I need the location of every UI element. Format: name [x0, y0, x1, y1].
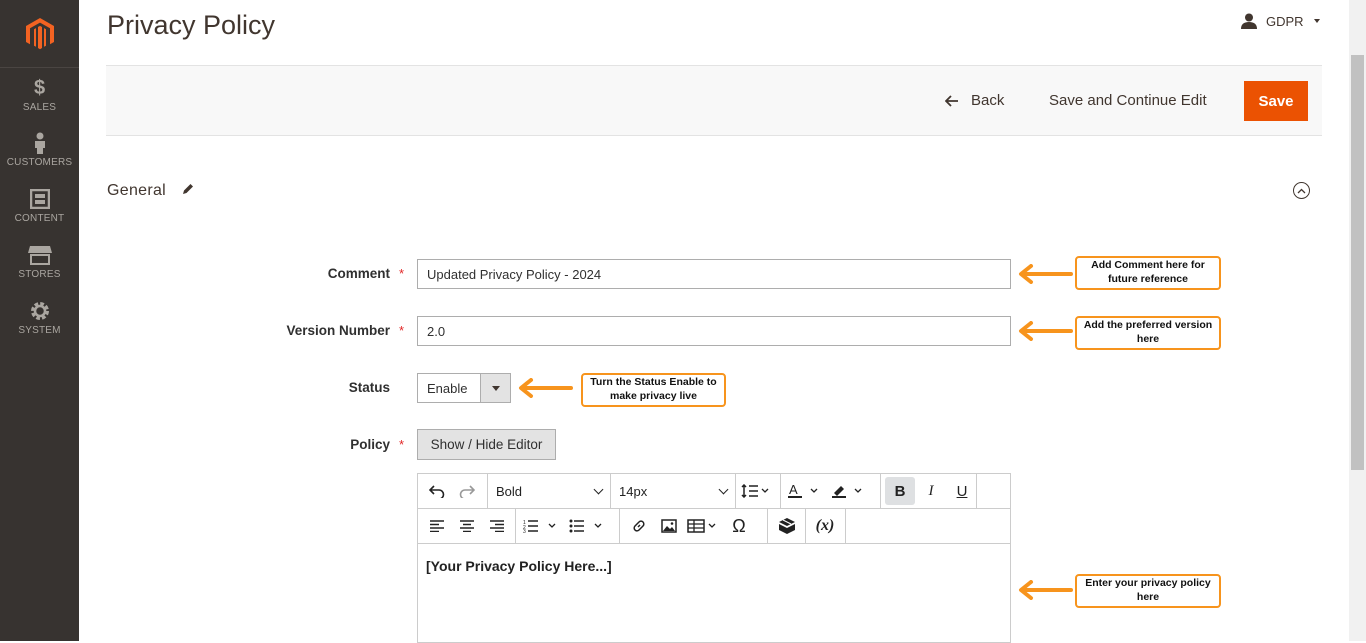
caret-down-icon — [1313, 19, 1320, 23]
bullet-list-icon[interactable] — [566, 512, 612, 540]
sidebar-item-label: CUSTOMERS — [6, 157, 73, 168]
sidebar-item-label: STORES — [18, 269, 61, 280]
chevron-up-icon — [1297, 188, 1306, 193]
variable-group: (x) — [806, 508, 846, 544]
block-format-value: Bold — [496, 483, 523, 499]
version-number-input[interactable] — [417, 316, 1011, 346]
svg-text:3: 3 — [523, 529, 526, 533]
table-icon[interactable] — [684, 512, 724, 540]
sidebar-item-stores[interactable]: STORES — [0, 243, 79, 299]
editor-content[interactable]: [Your Privacy Policy Here...] — [426, 558, 612, 574]
chevron-down-icon — [718, 484, 729, 494]
admin-sidebar: $ SALES CUSTOMERS CONTENT STORES SYSTEM — [0, 0, 79, 641]
widget-icon[interactable] — [772, 512, 802, 540]
underline-icon[interactable]: U — [947, 477, 977, 505]
policy-label: Policy — [350, 437, 390, 452]
comment-input[interactable] — [417, 259, 1011, 289]
link-icon[interactable] — [624, 512, 654, 540]
user-icon — [1241, 13, 1257, 29]
save-button[interactable]: Save — [1244, 81, 1308, 121]
person-icon — [0, 131, 79, 155]
text-color-icon[interactable]: A — [785, 477, 827, 505]
save-and-continue-button[interactable]: Save and Continue Edit — [1049, 92, 1207, 109]
bold-icon[interactable]: B — [885, 477, 915, 505]
magento-logo-icon — [25, 17, 54, 49]
scrollbar-thumb[interactable] — [1351, 55, 1364, 470]
block-format-select[interactable]: Bold — [488, 473, 611, 509]
arrow-left-annotation-icon — [1019, 264, 1073, 284]
highlight-color-icon[interactable] — [829, 477, 871, 505]
show-hide-editor-button[interactable]: Show / Hide Editor — [417, 429, 556, 460]
font-size-select[interactable]: 14px — [611, 473, 736, 509]
format-group: B I U — [881, 473, 977, 509]
sidebar-item-sales[interactable]: $ SALES — [0, 76, 79, 132]
user-menu[interactable]: GDPR — [1240, 13, 1320, 29]
align-right-icon[interactable] — [482, 512, 512, 540]
status-callout: Turn the Status Enable to make privacy l… — [581, 373, 726, 407]
required-marker: * — [399, 437, 405, 452]
redo-icon[interactable] — [452, 477, 482, 505]
sidebar-item-content[interactable]: CONTENT — [0, 187, 79, 243]
wysiwyg-editor: Bold 14px A B I U 1 2 3 Ω (x) [Your Priv… — [417, 473, 1011, 643]
editor-toolbar-row-1: Bold 14px A B I U — [418, 473, 1010, 509]
sidebar-item-label: SALES — [22, 102, 57, 113]
collapse-section-button[interactable] — [1293, 182, 1310, 199]
editor-toolbar-row-2: 123 Ω (x) — [418, 508, 1010, 544]
color-group: A — [781, 473, 881, 509]
version-callout: Add the preferred version here — [1075, 316, 1221, 350]
gear-icon — [0, 299, 79, 323]
page-title: Privacy Policy — [107, 10, 276, 40]
svg-text:A: A — [789, 483, 798, 497]
undo-icon[interactable] — [422, 477, 452, 505]
insert-variable-icon[interactable]: (x) — [810, 512, 840, 540]
italic-icon[interactable]: I — [916, 477, 946, 505]
font-size-value: 14px — [619, 483, 648, 499]
back-button-label: Back — [971, 92, 1005, 109]
image-icon[interactable] — [654, 512, 684, 540]
back-button[interactable]: Back — [945, 92, 1004, 109]
section-title: General — [107, 182, 167, 199]
widget-group — [768, 508, 806, 544]
sidebar-item-customers[interactable]: CUSTOMERS — [0, 131, 79, 187]
magento-logo[interactable] — [0, 0, 79, 68]
special-character-icon[interactable]: Ω — [724, 512, 754, 540]
insert-group: Ω — [620, 508, 768, 544]
status-select-value: Enable — [427, 380, 468, 396]
pencil-icon — [181, 182, 195, 201]
status-label: Status — [348, 380, 390, 395]
store-icon — [0, 243, 79, 267]
history-group — [418, 473, 488, 509]
list-group: 123 — [516, 508, 620, 544]
content-icon — [0, 187, 79, 211]
numbered-list-icon[interactable]: 123 — [520, 512, 566, 540]
arrow-left-annotation-icon — [1019, 321, 1073, 341]
chevron-down-icon — [593, 484, 604, 494]
line-height-group — [736, 473, 781, 509]
align-left-icon[interactable] — [422, 512, 452, 540]
user-menu-label: GDPR — [1266, 13, 1304, 29]
dropdown-arrow-icon — [480, 374, 510, 402]
alignment-group — [418, 508, 516, 544]
policy-callout: Enter your privacy policy here — [1075, 574, 1221, 608]
required-marker: * — [399, 266, 405, 281]
required-marker: * — [399, 323, 405, 338]
sidebar-item-label: CONTENT — [14, 213, 65, 224]
arrow-left-annotation-icon — [1019, 580, 1073, 600]
arrow-left-icon — [945, 94, 958, 107]
sidebar-item-label: SYSTEM — [18, 325, 61, 336]
page-scrollbar[interactable] — [1349, 0, 1366, 641]
align-center-icon[interactable] — [452, 512, 482, 540]
arrow-left-annotation-icon — [519, 378, 573, 398]
comment-label: Comment — [327, 266, 390, 281]
version-number-label: Version Number — [286, 323, 390, 338]
status-select[interactable]: Enable — [417, 373, 511, 403]
line-height-icon[interactable] — [740, 477, 770, 505]
sidebar-item-system[interactable]: SYSTEM — [0, 299, 79, 355]
comment-callout: Add Comment here for future reference — [1075, 256, 1221, 290]
dollar-icon: $ — [33, 76, 46, 99]
